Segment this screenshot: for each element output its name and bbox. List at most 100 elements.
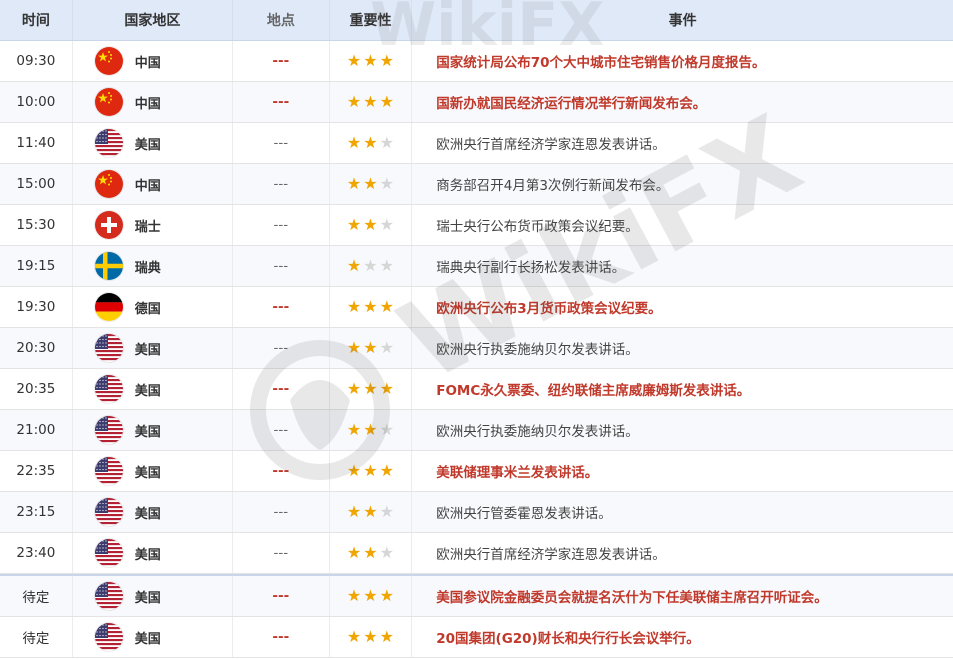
location-text: --- [273, 422, 289, 438]
se-flag-icon [94, 252, 123, 280]
star-icon: ★ [363, 256, 378, 275]
star-icon: ★ [346, 174, 362, 193]
country-name: 美国 [134, 342, 161, 358]
event-location: --- [233, 287, 330, 327]
event-description: 美联储理事米兰发表讲话。 [412, 451, 953, 491]
star-icon: ★ [363, 586, 378, 605]
table-row: 23:15 美国 --- ★ ★ ★ 欧洲央行管委霍恩发表讲话。 [0, 492, 953, 533]
event-country: 中国 [73, 82, 233, 122]
location-text: --- [273, 504, 289, 520]
event-location: --- [233, 164, 330, 204]
us-flag-icon [94, 498, 123, 526]
event-country: 美国 [73, 369, 233, 409]
importance-rating: ★ ★ ★ [330, 492, 413, 532]
star-icon: ★ [346, 627, 362, 646]
de-flag-icon [94, 293, 123, 321]
star-icon: ★ [363, 543, 378, 562]
star-icon: ★ [379, 502, 394, 521]
location-text: --- [273, 135, 289, 151]
event-time: 21:00 [0, 410, 73, 450]
table-row: 待定 美国 --- ★ ★ ★ 美国参议院金融委员会就提名沃什为下任美联储主席召开听证会。 [0, 574, 953, 617]
event-location: --- [233, 246, 330, 286]
star-icon: ★ [346, 256, 362, 275]
star-icon: ★ [363, 502, 378, 521]
table-row: 10:00 中国 --- ★ ★ ★ 国新办就国民经济运行情况举行新闻发布会。 [0, 82, 953, 123]
location-text: --- [272, 53, 290, 69]
event-time: 10:00 [0, 82, 73, 122]
event-description: 欧洲央行首席经济学家连恩发表讲话。 [412, 123, 953, 163]
event-time: 11:40 [0, 123, 73, 163]
star-icon: ★ [346, 461, 362, 480]
event-description: FOMC永久票委、纽约联储主席威廉姆斯发表讲话。 [412, 369, 953, 409]
event-country: 瑞士 [73, 205, 233, 245]
event-country: 美国 [73, 451, 233, 491]
event-location: --- [233, 617, 330, 657]
event-time: 19:30 [0, 287, 73, 327]
event-country: 美国 [73, 328, 233, 368]
event-time: 20:35 [0, 369, 73, 409]
event-text: 美国参议院金融委员会就提名沃什为下任美联储主席召开听证会。 [436, 590, 828, 606]
importance-rating: ★ ★ ★ [330, 533, 413, 573]
importance-rating: ★ ★ ★ [330, 164, 413, 204]
event-text: 欧洲央行首席经济学家连恩发表讲话。 [436, 137, 666, 153]
star-icon: ★ [363, 174, 378, 193]
event-text: 商务部召开4月第3次例行新闻发布会。 [436, 178, 670, 194]
header-event: 事件 [668, 13, 697, 29]
header-importance: 重要性 [330, 0, 413, 40]
star-icon: ★ [363, 420, 378, 439]
star-icon: ★ [346, 338, 362, 357]
star-icon: ★ [346, 51, 362, 70]
country-name: 中国 [134, 178, 161, 194]
event-location: --- [233, 492, 330, 532]
star-icon: ★ [346, 133, 362, 152]
table-row: 22:35 美国 --- ★ ★ ★ 美联储理事米兰发表讲话。 [0, 451, 953, 492]
location-text: --- [272, 629, 290, 645]
event-description: 20国集团(G20)财长和央行行长会议举行。 [412, 617, 953, 657]
us-flag-icon [94, 539, 123, 567]
event-text: 欧洲央行首席经济学家连恩发表讲话。 [436, 547, 666, 563]
country-name: 美国 [134, 631, 161, 647]
star-icon: ★ [363, 627, 378, 646]
star-icon: ★ [346, 215, 362, 234]
importance-rating: ★ ★ ★ [330, 123, 413, 163]
event-description: 欧洲央行执委施纳贝尔发表讲话。 [412, 410, 953, 450]
location-text: --- [273, 340, 289, 356]
event-description: 商务部召开4月第3次例行新闻发布会。 [412, 164, 953, 204]
country-name: 瑞典 [134, 260, 161, 276]
table-row: 20:30 美国 --- ★ ★ ★ 欧洲央行执委施纳贝尔发表讲话。 [0, 328, 953, 369]
country-name: 美国 [134, 547, 161, 563]
location-text: --- [272, 588, 290, 604]
importance-rating: ★ ★ ★ [330, 246, 413, 286]
location-text: --- [272, 381, 290, 397]
us-flag-icon [94, 457, 123, 485]
calendar-table: 时间 国家地区 地点 重要性 事件 09:30 中国 --- ★ ★ ★ 国家统计局公布70… [0, 0, 953, 658]
event-description: 欧洲央行管委霍恩发表讲话。 [412, 492, 953, 532]
table-row: 20:35 美国 --- ★ ★ ★ FOMC永久票委、纽约联储主席威廉姆斯发表讲话。 [0, 369, 953, 410]
location-text: --- [272, 463, 290, 479]
cn-flag-icon [94, 88, 123, 116]
event-time: 19:15 [0, 246, 73, 286]
event-description: 欧洲央行公布3月货币政策会议纪要。 [412, 287, 953, 327]
event-text: 瑞典央行副行长扬松发表讲话。 [436, 260, 626, 276]
star-icon: ★ [346, 379, 362, 398]
event-time: 20:30 [0, 328, 73, 368]
event-country: 瑞典 [73, 246, 233, 286]
event-text: 20国集团(G20)财长和央行行长会议举行。 [436, 631, 700, 647]
event-description: 国家统计局公布70个大中城市住宅销售价格月度报告。 [412, 41, 953, 81]
star-icon: ★ [379, 461, 394, 480]
star-icon: ★ [379, 379, 394, 398]
us-flag-icon [94, 416, 123, 444]
us-flag-icon [94, 375, 123, 403]
star-icon: ★ [346, 586, 362, 605]
importance-rating: ★ ★ ★ [330, 576, 413, 616]
table-row: 09:30 中国 --- ★ ★ ★ 国家统计局公布70个大中城市住宅销售价格月度报告。 [0, 41, 953, 82]
event-time: 09:30 [0, 41, 73, 81]
star-icon: ★ [363, 51, 378, 70]
star-icon: ★ [363, 133, 378, 152]
event-time: 15:00 [0, 164, 73, 204]
location-text: --- [273, 258, 289, 274]
star-icon: ★ [379, 420, 394, 439]
table-body: 09:30 中国 --- ★ ★ ★ 国家统计局公布70个大中城市住宅销售价格月度报告。 10… [0, 41, 953, 658]
star-icon: ★ [379, 297, 394, 316]
event-location: --- [233, 451, 330, 491]
